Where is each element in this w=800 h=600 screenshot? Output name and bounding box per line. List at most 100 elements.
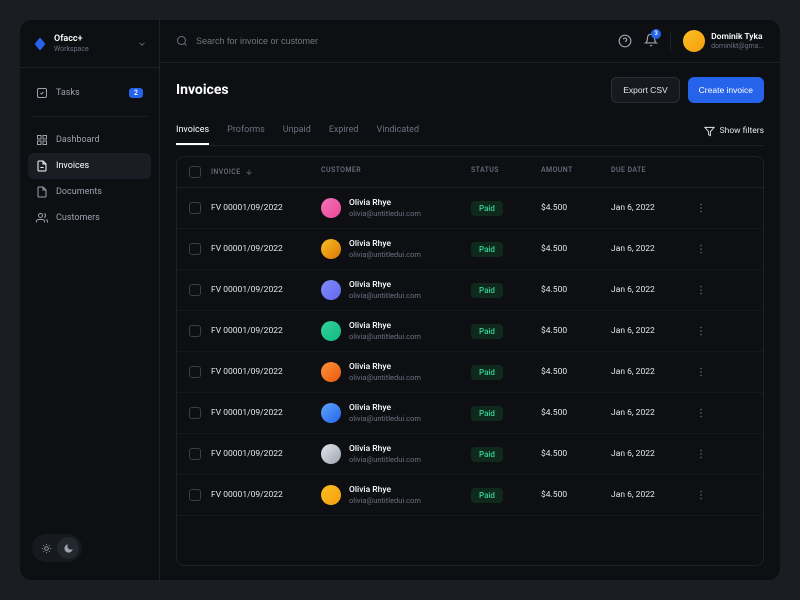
tab-invoices[interactable]: Invoices: [176, 117, 209, 145]
search-icon: [176, 35, 188, 47]
row-actions[interactable]: [691, 284, 711, 296]
tab-vindicated[interactable]: Vindicated: [376, 117, 419, 145]
customer-text: Olivia Rhye olivia@untitledui.com: [349, 198, 421, 217]
more-icon[interactable]: [695, 407, 707, 419]
show-filters-button[interactable]: Show filters: [704, 126, 764, 137]
tab-proforms[interactable]: Proforms: [227, 117, 265, 145]
due-date-cell: Jan 6, 2022: [611, 326, 691, 336]
amount-cell: $4.500: [541, 285, 611, 295]
tab-unpaid[interactable]: Unpaid: [283, 117, 311, 145]
more-icon[interactable]: [695, 448, 707, 460]
header-status[interactable]: STATUS: [471, 166, 541, 178]
invoices-icon: [36, 160, 48, 172]
table-row[interactable]: FV 00001/09/2022 Olivia Rhye olivia@unti…: [177, 393, 763, 434]
search-input[interactable]: [196, 36, 606, 46]
sidebar-item-tasks[interactable]: Tasks 2: [28, 80, 151, 106]
table-row[interactable]: FV 00001/09/2022 Olivia Rhye olivia@unti…: [177, 475, 763, 516]
select-all[interactable]: [189, 166, 211, 178]
customer-name: Olivia Rhye: [349, 239, 421, 249]
row-actions[interactable]: [691, 366, 711, 378]
create-invoice-button[interactable]: Create invoice: [688, 77, 764, 103]
table-row[interactable]: FV 00001/09/2022 Olivia Rhye olivia@unti…: [177, 311, 763, 352]
customer-email: olivia@untitledui.com: [349, 209, 421, 218]
status-cell: Paid: [471, 242, 541, 257]
header-amount[interactable]: AMOUNT: [541, 166, 611, 178]
table-body[interactable]: FV 00001/09/2022 Olivia Rhye olivia@unti…: [177, 188, 763, 565]
table-header: INVOICE CUSTOMER STATUS AMOUNT DUE DATE: [177, 157, 763, 188]
row-select[interactable]: [189, 202, 211, 214]
row-select[interactable]: [189, 325, 211, 337]
table-row[interactable]: FV 00001/09/2022 Olivia Rhye olivia@unti…: [177, 352, 763, 393]
status-badge: Paid: [471, 365, 503, 380]
more-icon[interactable]: [695, 366, 707, 378]
row-actions[interactable]: [691, 407, 711, 419]
theme-toggle[interactable]: [32, 534, 82, 562]
amount-cell: $4.500: [541, 449, 611, 459]
more-icon[interactable]: [695, 202, 707, 214]
due-date-cell: Jan 6, 2022: [611, 408, 691, 418]
row-actions[interactable]: [691, 448, 711, 460]
checkbox[interactable]: [189, 407, 201, 419]
customer-text: Olivia Rhye olivia@untitledui.com: [349, 280, 421, 299]
row-actions[interactable]: [691, 325, 711, 337]
main: 3 Dominik Tyka dominikt@gma... Invoices …: [160, 20, 780, 580]
sidebar-item-invoices[interactable]: Invoices: [28, 153, 151, 179]
row-actions[interactable]: [691, 202, 711, 214]
amount-cell: $4.500: [541, 367, 611, 377]
row-select[interactable]: [189, 407, 211, 419]
customer-avatar: [321, 280, 341, 300]
checkbox[interactable]: [189, 166, 201, 178]
user-menu[interactable]: Dominik Tyka dominikt@gma...: [683, 30, 764, 52]
row-actions[interactable]: [691, 243, 711, 255]
table-row[interactable]: FV 00001/09/2022 Olivia Rhye olivia@unti…: [177, 229, 763, 270]
table-row[interactable]: FV 00001/09/2022 Olivia Rhye olivia@unti…: [177, 434, 763, 475]
checkbox[interactable]: [189, 448, 201, 460]
table-row[interactable]: FV 00001/09/2022 Olivia Rhye olivia@unti…: [177, 188, 763, 229]
more-icon[interactable]: [695, 489, 707, 501]
dark-mode-button[interactable]: [57, 537, 79, 559]
header-due-date[interactable]: DUE DATE: [611, 166, 691, 178]
row-select[interactable]: [189, 366, 211, 378]
row-select[interactable]: [189, 243, 211, 255]
more-icon[interactable]: [695, 325, 707, 337]
row-select[interactable]: [189, 284, 211, 296]
tab-expired[interactable]: Expired: [329, 117, 359, 145]
customer-cell: Olivia Rhye olivia@untitledui.com: [321, 280, 471, 300]
more-icon[interactable]: [695, 284, 707, 296]
status-badge: Paid: [471, 283, 503, 298]
customer-email: olivia@untitledui.com: [349, 455, 421, 464]
due-date-cell: Jan 6, 2022: [611, 203, 691, 213]
checkbox[interactable]: [189, 325, 201, 337]
sidebar-item-documents[interactable]: Documents: [28, 179, 151, 205]
sidebar-item-dashboard[interactable]: Dashboard: [28, 127, 151, 153]
export-button[interactable]: Export CSV: [611, 77, 679, 103]
header-customer[interactable]: CUSTOMER: [321, 166, 471, 178]
sidebar-item-customers[interactable]: Customers: [28, 205, 151, 231]
row-select[interactable]: [189, 448, 211, 460]
table-row[interactable]: FV 00001/09/2022 Olivia Rhye olivia@unti…: [177, 270, 763, 311]
customer-avatar: [321, 198, 341, 218]
amount-cell: $4.500: [541, 203, 611, 213]
checkbox[interactable]: [189, 202, 201, 214]
checkbox[interactable]: [189, 243, 201, 255]
status-badge: Paid: [471, 201, 503, 216]
header-invoice[interactable]: INVOICE: [211, 166, 321, 178]
light-mode-button[interactable]: [35, 537, 57, 559]
customer-email: olivia@untitledui.com: [349, 250, 421, 259]
customer-email: olivia@untitledui.com: [349, 496, 421, 505]
row-select[interactable]: [189, 489, 211, 501]
checkbox[interactable]: [189, 284, 201, 296]
checkbox[interactable]: [189, 489, 201, 501]
checkbox[interactable]: [189, 366, 201, 378]
workspace-switcher[interactable]: Ofacc+ Workspace: [20, 34, 159, 68]
row-actions[interactable]: [691, 489, 711, 501]
status-cell: Paid: [471, 406, 541, 421]
search[interactable]: [176, 35, 606, 47]
help-icon[interactable]: [618, 34, 632, 48]
invoice-number: FV 00001/09/2022: [211, 285, 321, 295]
notifications-button[interactable]: 3: [644, 32, 658, 51]
customer-text: Olivia Rhye olivia@untitledui.com: [349, 444, 421, 463]
customer-avatar: [321, 485, 341, 505]
more-icon[interactable]: [695, 243, 707, 255]
user-text: Dominik Tyka dominikt@gma...: [711, 32, 764, 51]
